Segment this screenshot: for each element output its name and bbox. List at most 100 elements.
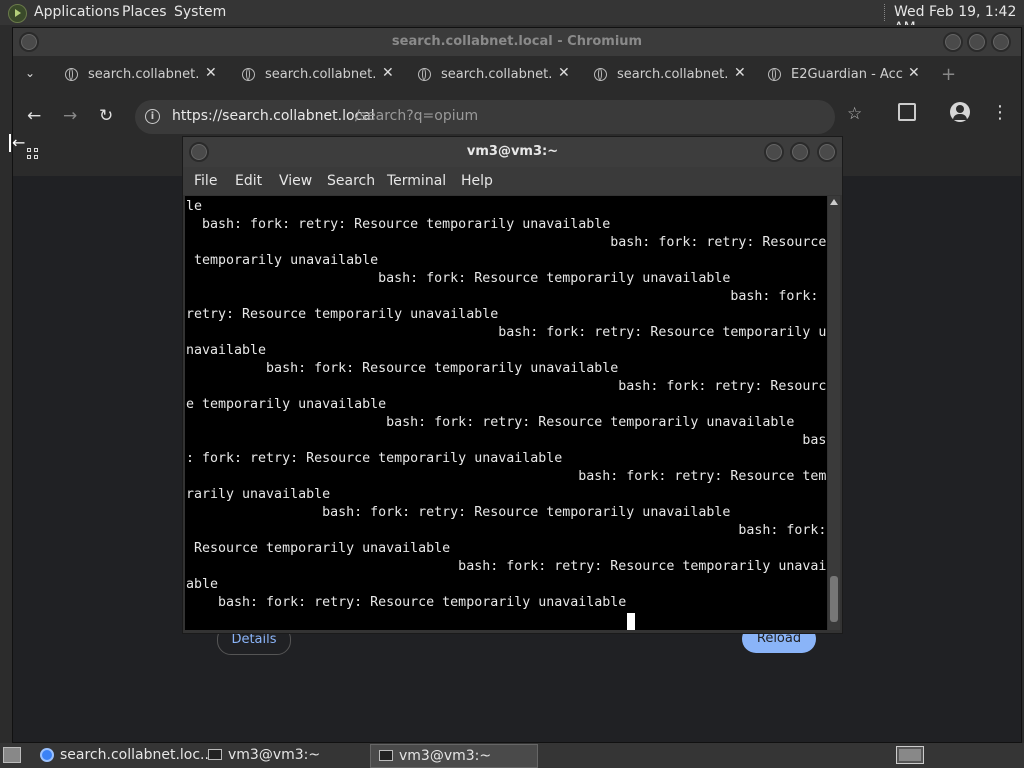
tab[interactable]: E2Guardian - Acc ✕ (758, 56, 934, 94)
tab-label: search.collabnet.l (441, 67, 553, 82)
resize-cursor-icon: ← (9, 134, 29, 152)
globe-icon (768, 68, 781, 81)
tab-label: search.collabnet.l (265, 67, 377, 82)
scroll-up-arrow-icon[interactable] (830, 199, 838, 205)
tab-close-icon[interactable]: ✕ (558, 65, 570, 81)
minimize-button[interactable] (764, 142, 784, 162)
more-menu-icon[interactable]: ⋮ (991, 102, 1009, 123)
tab[interactable]: search.collabnet.l ✕ (55, 56, 231, 94)
taskbar-item-active[interactable]: vm3@vm3:~ (370, 744, 538, 768)
extensions-puzzle-icon[interactable] (898, 103, 916, 121)
new-tab-plus-icon[interactable]: + (941, 64, 956, 85)
taskbar-item-label: vm3@vm3:~ (228, 747, 321, 763)
menu-help[interactable]: Help (461, 173, 493, 189)
menu-edit[interactable]: Edit (235, 173, 262, 189)
url-path: /search?q=opium (355, 108, 479, 124)
terminal-output[interactable]: le bash: fork: retry: Resource temporari… (185, 196, 827, 630)
top-panel: Applications Places System Wed Feb 19, 1… (0, 0, 1024, 36)
bottom-panel: search.collabnet.loc... vm3@vm3:~ vm3@vm… (0, 743, 1024, 768)
terminal-line: bash: fork: (186, 289, 819, 304)
text-cursor (627, 613, 635, 630)
terminal-line: bash: fork: retry: Resource temporarily … (186, 595, 627, 610)
globe-icon (594, 68, 607, 81)
terminal-line: bash: fork: retry: Resourc (186, 379, 827, 394)
tab[interactable]: search.collabnet.l ✕ (584, 56, 760, 94)
terminal-scrollbar[interactable] (828, 196, 840, 630)
terminal-line: able (186, 577, 219, 592)
chromium-icon (40, 748, 54, 762)
maximize-button[interactable] (790, 142, 810, 162)
back-arrow-icon[interactable]: ← (27, 106, 41, 126)
tab-close-icon[interactable]: ✕ (734, 65, 746, 81)
terminal-line: bash: fork: retry: Resource temporarily … (186, 217, 611, 232)
terminal-titlebar[interactable]: vm3@vm3:~ (183, 137, 842, 167)
reload-icon[interactable]: ↻ (99, 106, 113, 126)
close-button[interactable] (817, 142, 837, 162)
show-desktop-icon[interactable] (3, 747, 21, 763)
terminal-icon (379, 750, 393, 761)
workspace-switcher[interactable] (896, 746, 924, 764)
tab-close-icon[interactable]: ✕ (908, 65, 920, 81)
menu-search[interactable]: Search (327, 173, 375, 189)
chromium-toolbar: ← → ↻ i https://search.collabnet.local /… (13, 94, 1021, 140)
globe-icon (418, 68, 431, 81)
terminal-window-title: vm3@vm3:~ (466, 144, 559, 159)
menu-terminal[interactable]: Terminal (387, 173, 446, 189)
forward-arrow-icon[interactable]: → (63, 106, 77, 126)
scrollbar-thumb[interactable] (830, 576, 838, 622)
terminal-line: bash: fork: retry: Resource (186, 235, 827, 250)
tab-close-icon[interactable]: ✕ (205, 65, 217, 81)
site-info-icon[interactable]: i (145, 109, 160, 124)
terminal-line: bash: fork: retry: Resource temporarily … (186, 559, 827, 574)
system-menu[interactable]: System (174, 4, 226, 20)
taskbar-item-label: search.collabnet.loc... (60, 747, 214, 763)
maximize-button[interactable] (967, 32, 987, 52)
terminal-line: Resource temporarily unavailable (186, 541, 451, 556)
panel-separator (884, 4, 887, 21)
tab-close-icon[interactable]: ✕ (382, 65, 394, 81)
close-button[interactable] (991, 32, 1011, 52)
globe-icon (242, 68, 255, 81)
tab-search-chevron-icon[interactable]: ⌄ (25, 66, 35, 80)
terminal-line: e temporarily unavailable (186, 397, 387, 412)
terminal-line: rarily unavailable (186, 487, 331, 502)
bookmark-star-icon[interactable]: ☆ (847, 104, 862, 124)
url-host: https://search.collabnet.local (172, 108, 375, 124)
tab-label: search.collabnet.l (617, 67, 729, 82)
terminal-window: vm3@vm3:~ File Edit View Search Terminal… (182, 136, 843, 634)
taskbar-item[interactable]: search.collabnet.loc... (32, 744, 213, 766)
minimize-button[interactable] (943, 32, 963, 52)
menu-file[interactable]: File (194, 173, 217, 189)
tab[interactable]: search.collabnet.l ✕ (232, 56, 408, 94)
tab-label: search.collabnet.l (88, 67, 200, 82)
terminal-line: : fork: retry: Resource temporarily unav… (186, 451, 563, 466)
terminal-line: bash: fork: (186, 523, 827, 538)
terminal-line: bash: fork: Resource temporarily unavail… (186, 361, 619, 376)
terminal-menubar: File Edit View Search Terminal Help (183, 167, 842, 195)
terminal-line: navailable (186, 343, 267, 358)
terminal-line: temporarily unavailable (186, 253, 379, 268)
address-bar[interactable]: i https://search.collabnet.local /search… (135, 100, 835, 134)
terminal-line: bash: fork: retry: Resource temporarily … (186, 415, 795, 430)
terminal-text: le bash: fork: retry: Resource temporari… (186, 198, 827, 612)
terminal-line: bash: fork: retry: Resource temporarily … (186, 325, 827, 340)
tab-label: E2Guardian - Acc (791, 67, 903, 82)
applications-menu[interactable]: Applications (34, 4, 120, 20)
taskbar-item[interactable]: vm3@vm3:~ (200, 744, 368, 766)
tab-strip: ⌄ search.collabnet.l ✕ search.collabnet.… (13, 56, 1021, 94)
terminal-line: bash: fork: Resource temporarily unavail… (186, 271, 731, 286)
terminal-line: bash (186, 433, 827, 448)
terminal-line: bash: fork: retry: Resource tempo (186, 469, 827, 484)
taskbar-item-label: vm3@vm3:~ (399, 748, 492, 764)
profile-avatar-icon[interactable] (950, 102, 970, 122)
chromium-window-title: search.collabnet.local - Chromium (391, 34, 643, 49)
places-menu[interactable]: Places (122, 4, 167, 20)
apps-grid-icon[interactable] (27, 148, 41, 162)
gnome-foot-icon[interactable] (8, 4, 27, 23)
tab[interactable]: search.collabnet.l ✕ (408, 56, 584, 94)
menu-view[interactable]: View (279, 173, 312, 189)
terminal-line: bash: fork: retry: Resource temporarily … (186, 505, 731, 520)
globe-icon (65, 68, 78, 81)
chromium-titlebar[interactable]: search.collabnet.local - Chromium (13, 28, 1021, 56)
terminal-line: le (186, 199, 203, 214)
